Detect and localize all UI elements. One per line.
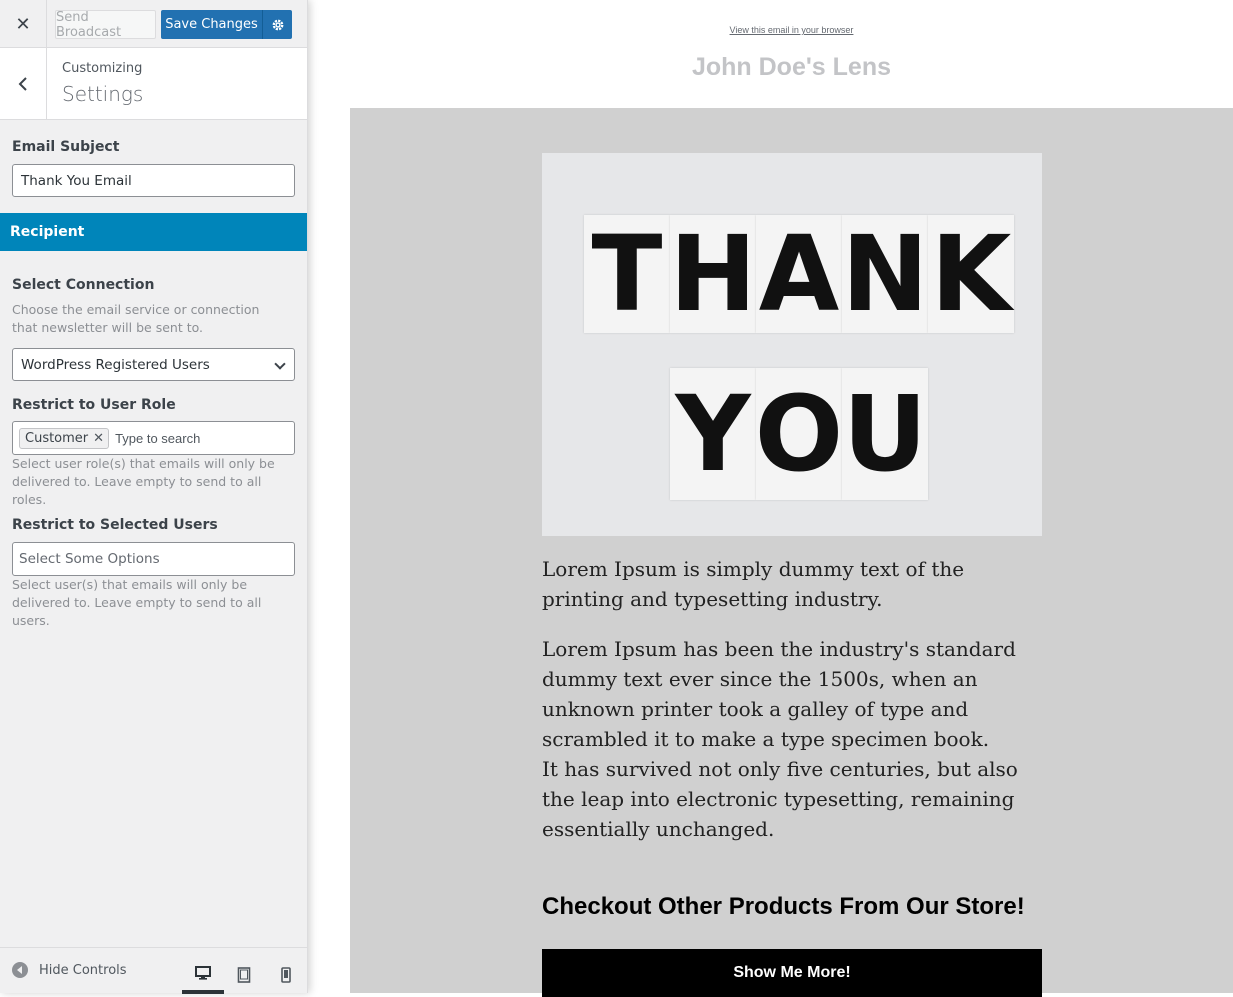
show-more-button[interactable]: Show Me More! [542, 949, 1042, 997]
email-header: View this email in your browser John Doe… [350, 0, 1233, 108]
letter-tile: Y [670, 368, 756, 500]
letter-tile: T [584, 213, 670, 335]
user-role-description: Select user role(s) that emails will onl… [12, 456, 275, 507]
email-preview: View this email in your browser John Doe… [308, 0, 1233, 997]
role-tag-label: Customer [25, 430, 89, 446]
email-paragraph-2b: It has survived not only five centuries,… [542, 757, 1018, 841]
letter-tile: K [928, 213, 1014, 335]
connection-select-value: WordPress Registered Users [21, 356, 210, 373]
hide-controls-label: Hide Controls [39, 962, 127, 978]
send-broadcast-button[interactable]: Send Broadcast [55, 10, 156, 40]
letter-tile: N [841, 213, 929, 335]
cta-heading: Checkout Other Products From Our Store! [542, 893, 1025, 920]
hide-controls-button[interactable]: Hide Controls [12, 962, 127, 978]
selected-users-multiselect[interactable]: Select Some Options [12, 542, 295, 576]
view-in-browser-link[interactable]: View this email in your browser [350, 25, 1233, 35]
letter-tile: U [842, 368, 928, 500]
customizer-sidebar: ✕ Send Broadcast Save Changes Customizin… [0, 0, 308, 994]
user-role-multiselect[interactable]: Customer ✕ Type to search [12, 421, 295, 455]
customizer-toolbar: ✕ Send Broadcast Save Changes [0, 0, 307, 48]
select-connection-label: Select Connection [12, 277, 155, 293]
user-role-label: Restrict to User Role [12, 397, 176, 413]
selected-users-label: Restrict to Selected Users [12, 517, 218, 533]
hero-image: T H A N K Y O U [542, 153, 1042, 536]
desktop-preview-icon[interactable] [182, 956, 224, 994]
collapse-arrow-icon [12, 962, 28, 978]
close-icon[interactable]: ✕ [0, 0, 47, 48]
store-name: John Doe's Lens [691, 53, 892, 81]
section-recipient-header[interactable]: Recipient [0, 213, 307, 251]
gear-icon[interactable] [262, 10, 292, 39]
email-paragraph-2: Lorem Ipsum has been the industry's stan… [542, 634, 1052, 844]
letter-tile: H [669, 213, 757, 335]
preview-margin [308, 0, 350, 993]
connection-select[interactable]: WordPress Registered Users [12, 348, 295, 381]
letter-tile: A [756, 213, 842, 335]
back-arrow-icon[interactable] [0, 48, 47, 119]
save-changes-button[interactable]: Save Changes [161, 10, 262, 39]
email-subject-label: Email Subject [12, 139, 120, 155]
email-paragraph-2a: Lorem Ipsum has been the industry's stan… [542, 637, 1016, 751]
remove-tag-icon[interactable]: ✕ [93, 431, 104, 446]
email-paragraph-1: Lorem Ipsum is simply dummy text of the … [542, 557, 965, 611]
chevron-down-icon [274, 358, 286, 370]
mobile-preview-icon[interactable] [265, 956, 307, 994]
role-tag-customer: Customer ✕ [19, 427, 110, 449]
panel-header: Customizing Settings [0, 48, 307, 120]
letter-tile: O [755, 368, 843, 500]
email-subject-input[interactable]: Thank You Email [12, 164, 295, 197]
selected-users-description: Select user(s) that emails will only be … [12, 577, 262, 628]
panel-title: Settings [62, 82, 144, 106]
email-body: T H A N K Y O U Lorem Ipsum is simply du… [350, 108, 1233, 997]
customizer-footer: Hide Controls [0, 947, 307, 994]
select-connection-description: Choose the email service or connection t… [12, 302, 260, 335]
tablet-preview-icon[interactable] [223, 956, 265, 994]
role-search-input[interactable]: Type to search [115, 431, 200, 446]
breadcrumb: Customizing [62, 61, 143, 76]
